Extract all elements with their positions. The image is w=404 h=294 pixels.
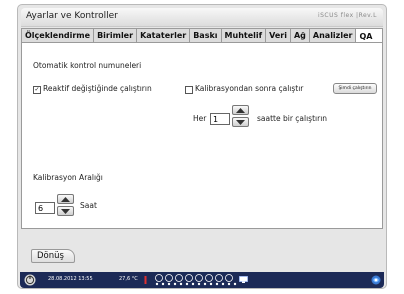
thermometer-icon bbox=[144, 276, 147, 284]
status-bar: 28.08.2012 13:55 27,6 °C bbox=[20, 272, 384, 288]
reactive-checkbox[interactable]: ✓ bbox=[33, 86, 41, 94]
chevron-up-icon bbox=[61, 197, 70, 202]
every-prefix-label: Her bbox=[193, 114, 207, 123]
qa-panel: Otomatik kontrol numuneleri ✓ Reaktif de… bbox=[21, 42, 383, 229]
monitor-icon bbox=[239, 276, 248, 283]
section-title: Otomatik kontrol numuneleri bbox=[33, 61, 142, 70]
interval-decrease-button[interactable] bbox=[57, 206, 74, 216]
power-icon[interactable] bbox=[24, 274, 36, 286]
back-button[interactable]: Dönüş bbox=[31, 249, 75, 263]
tab-olceklendirme[interactable]: Ölçeklendirme bbox=[21, 28, 95, 42]
tab-bar: Ölçeklendirme Birimler Kataterler Baskı … bbox=[21, 28, 383, 43]
tab-birimler[interactable]: Birimler bbox=[93, 28, 138, 42]
interval-unit-label: Saat bbox=[80, 201, 97, 210]
chevron-down-icon bbox=[61, 209, 70, 214]
hours-decrease-button[interactable] bbox=[232, 117, 249, 127]
status-datetime: 28.08.2012 13:55 bbox=[48, 276, 93, 282]
chevron-down-icon bbox=[236, 120, 245, 125]
interval-label: Kalibrasyon Aralığı bbox=[33, 173, 103, 182]
calibration-checkbox[interactable] bbox=[185, 86, 193, 94]
network-icon bbox=[371, 275, 381, 285]
hours-increase-button[interactable] bbox=[232, 105, 249, 115]
window-title: Ayarlar ve Kontroller bbox=[26, 11, 118, 21]
status-temperature: 27,6 °C bbox=[119, 276, 138, 282]
interval-input[interactable]: 6 bbox=[35, 202, 55, 214]
reactive-label: Reaktif değiştiğinde çalıştırın bbox=[43, 84, 152, 93]
hours-input[interactable]: 1 bbox=[210, 113, 230, 125]
tab-muhtelif[interactable]: Muhtelif bbox=[220, 28, 267, 42]
title-bar: Ayarlar ve Kontroller iSCUS flex |Rev.L bbox=[21, 8, 383, 27]
tab-qa[interactable]: QA bbox=[355, 28, 383, 43]
sample-tray-icon bbox=[155, 274, 237, 286]
tab-veri[interactable]: Veri bbox=[265, 28, 291, 42]
run-now-button[interactable]: Şimdi çalıştırın bbox=[333, 83, 377, 94]
settings-window: Ayarlar ve Kontroller iSCUS flex |Rev.L … bbox=[17, 4, 387, 289]
tab-baski[interactable]: Baskı bbox=[189, 28, 222, 42]
interval-increase-button[interactable] bbox=[57, 194, 74, 204]
brand-logo: iSCUS flex |Rev.L bbox=[317, 12, 377, 19]
calibration-label: Kalibrasyondan sonra çalıştır bbox=[195, 84, 304, 93]
bottom-bar: Dönüş bbox=[21, 231, 383, 269]
tab-ag[interactable]: Ağ bbox=[289, 28, 310, 42]
tab-analizler[interactable]: Analizler bbox=[308, 28, 357, 42]
every-suffix-label: saatte bir çalıştırın bbox=[257, 114, 328, 123]
tab-kataterler[interactable]: Kataterler bbox=[136, 28, 191, 42]
chevron-up-icon bbox=[236, 108, 245, 113]
